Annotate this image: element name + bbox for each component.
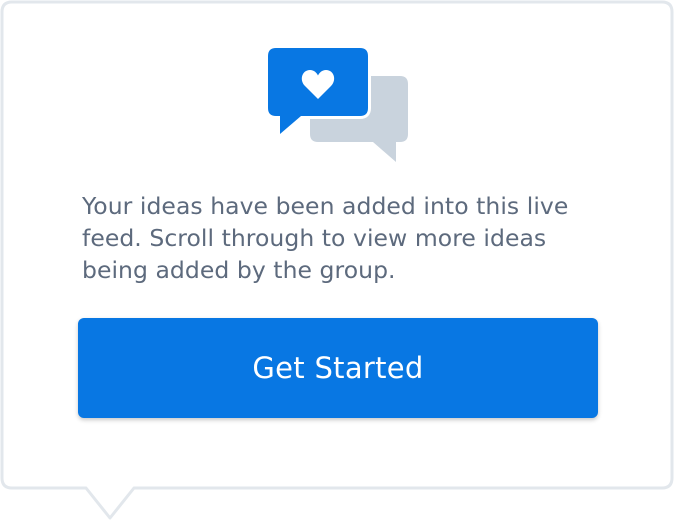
get-started-button[interactable]: Get Started — [78, 318, 598, 418]
chat-bubbles-heart-icon — [268, 46, 408, 162]
feed-info-message: Your ideas have been added into this liv… — [82, 192, 569, 284]
onboarding-popover: Your ideas have been added into this liv… — [0, 0, 674, 524]
